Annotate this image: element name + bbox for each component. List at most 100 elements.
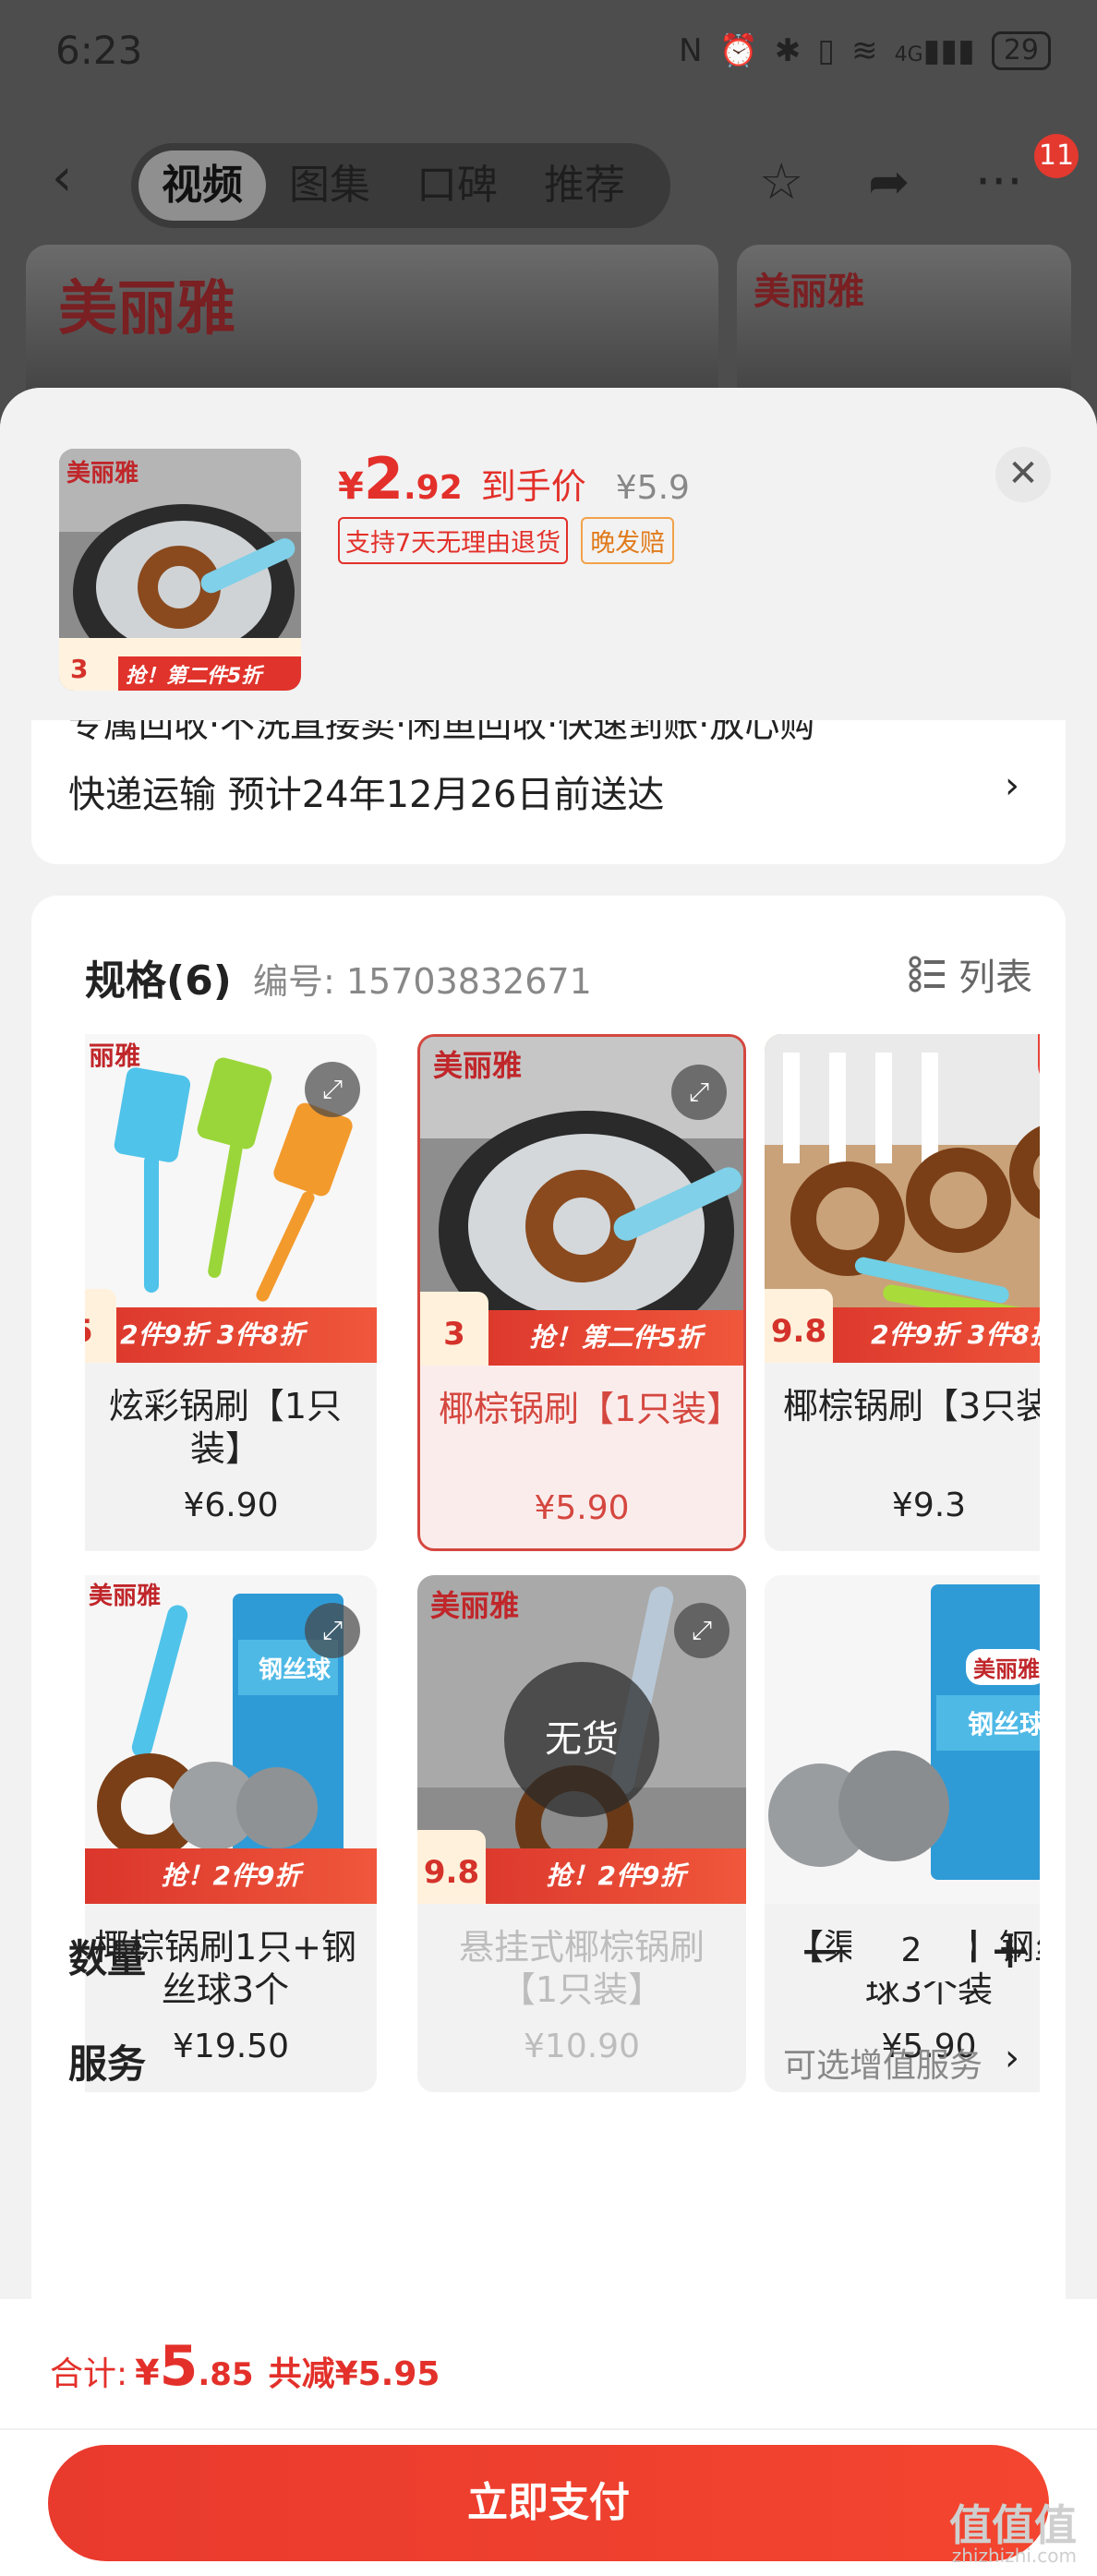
price-symbol: ¥ [338, 465, 364, 508]
sku-option-selected[interactable]: 抢！第二件5折 3 美丽雅 ⤢ 椰棕锅刷【1只装】 ¥5.90 [417, 1034, 746, 1551]
tab-gallery[interactable]: 图集 [266, 150, 393, 221]
tab-video[interactable]: 视频 [139, 150, 266, 221]
sku-brand: 美丽雅 [433, 1048, 523, 1083]
sku-image: 抢！2件9折 9.8 美丽雅 无货 ⤢ [417, 1575, 746, 1904]
media-tabs: 视频 图集 口碑 推荐 [131, 143, 670, 228]
quantity-minus-button[interactable]: − [792, 1920, 848, 1985]
back-icon[interactable]: ‹ [52, 152, 98, 208]
return-policy-tag: 支持7天无理由退货 [338, 517, 569, 564]
top-navigation: ‹ 视频 图集 口碑 推荐 ☆ ➦ ··· 11 [0, 134, 1097, 228]
quantity-row: 数量 − 2 + [68, 1920, 1031, 1994]
sku-promo-tag: 3 [420, 1292, 488, 1366]
service-hint: 可选增值服务 [782, 2047, 982, 2085]
list-view-label: 列表 [958, 957, 1032, 999]
tab-reviews[interactable]: 口碑 [393, 150, 521, 221]
product-thumbnail[interactable]: 美丽雅 3 抢！第二件5折 [59, 449, 301, 691]
price-decimal: .92 [403, 469, 463, 507]
chevron-right-icon: › [1005, 2037, 1019, 2079]
spec-title: 规格(6) [85, 957, 232, 1005]
delivery-estimate: 快递运输 预计24年12月26日前送达 [68, 774, 665, 816]
chevron-right-icon: › [1005, 764, 1019, 807]
total-price: 合计: ¥ 5 .85 共减¥5.95 [50, 2334, 440, 2399]
delivery-cut-text: 专属回收·不洗直接卖·闲鱼回收·快速到账·放心购 [68, 720, 815, 745]
sku-selector-sheet: 美丽雅 3 抢！第二件5折 ¥ 2 .92 到手价 ¥5.9 支持7天无理由退货… [0, 388, 1097, 2576]
message-badge: 11 [1034, 134, 1079, 178]
vibrate-icon: ▯ [817, 32, 836, 69]
out-of-stock-label: 无货 [504, 1662, 659, 1817]
service-tags: 支持7天无理由退货 晚发赔 [338, 517, 675, 564]
bluetooth-icon: ✱ [774, 32, 802, 69]
quantity-input[interactable]: 2 [851, 1920, 971, 1981]
spec-code: 编号: 15703832671 [253, 961, 592, 1002]
expand-icon[interactable]: ⤢ [305, 1062, 360, 1117]
sku-option[interactable]: 2件9折 3件8折 5 丽雅 ⤢ 炫彩锅刷【1只装】 ¥6.90 [85, 1034, 377, 1551]
divider [0, 2428, 1097, 2430]
sku-price: ¥6.90 [183, 1487, 279, 1524]
alarm-icon: ⏰ [718, 32, 758, 69]
list-view-toggle[interactable]: 列表 [909, 947, 1032, 1001]
sku-brand: 美丽雅 [966, 1649, 1040, 1685]
pay-now-button[interactable]: 立即支付 [48, 2445, 1049, 2561]
final-price-label: 到手价 [480, 466, 586, 507]
expand-icon[interactable]: ⤢ [674, 1603, 729, 1658]
sku-image: 2件9折 3件8折 5 丽雅 ⤢ [85, 1034, 377, 1363]
delivery-card[interactable]: 专属回收·不洗直接卖·闲鱼回收·快速到账·放心购 快递运输 预计24年12月26… [31, 720, 1066, 864]
sku-name: 椰棕锅刷【1只装】 [439, 1389, 742, 1429]
sku-pack-label: 钢丝球 [968, 1709, 1040, 1739]
sku-option[interactable]: 美丽雅 钢丝球 ⤢ 【渠道专属】钢丝球3个装 ¥5.90 [765, 1575, 1040, 2092]
sku-option[interactable]: 2件9折 3件8折 9.8 热 ⤢ 椰棕锅刷【3只装】 ¥9.3 [765, 1034, 1040, 1551]
battery-icon: 29 [991, 31, 1051, 70]
sku-price: ¥9.3 [891, 1487, 967, 1524]
favorite-star-icon[interactable]: ☆ [759, 154, 803, 210]
list-icon [909, 956, 945, 993]
service-row[interactable]: 服务 可选增值服务 › [68, 2033, 1029, 2107]
watermark: 值值值 zhizhizhi.com [949, 2504, 1077, 2565]
close-button[interactable]: ✕ [995, 447, 1051, 502]
watermark-sub: zhizhizhi.com [951, 2545, 1077, 2567]
product-header: 美丽雅 3 抢！第二件5折 ¥ 2 .92 到手价 ¥5.9 支持7天无理由退货… [0, 388, 1097, 720]
sku-promo: 抢！2件9折 [85, 1848, 377, 1904]
sku-price: ¥5.90 [534, 1489, 630, 1527]
thumbnail-brand: 美丽雅 [66, 460, 139, 488]
total-label: 合计: [50, 2355, 128, 2393]
total-integer: 5 [159, 2334, 199, 2399]
sku-image: 2件9折 3件8折 9.8 热 ⤢ [765, 1034, 1040, 1363]
sku-image: 抢！2件9折 美丽雅 钢丝球 ⤢ [85, 1575, 377, 1904]
status-time: 6:23 [55, 28, 143, 73]
status-bar: 6:23 N ⏰ ✱ ▯ ≋ 4G▮▮▮ 29 [0, 0, 1097, 111]
wifi-icon: ≋ [851, 32, 878, 69]
status-icons: N ⏰ ✱ ▯ ≋ 4G▮▮▮ 29 [679, 31, 1051, 70]
sku-image: 抢！第二件5折 3 美丽雅 ⤢ [420, 1037, 743, 1366]
sku-option[interactable]: 抢！2件9折 美丽雅 钢丝球 ⤢ 椰棕锅刷1只+钢丝球3个 ¥19.50 [85, 1575, 377, 2092]
late-delivery-tag: 晚发赔 [581, 517, 675, 564]
sku-promo-tag: 9.8 [417, 1830, 486, 1904]
share-icon[interactable]: ➦ [868, 154, 910, 210]
nfc-icon: N [679, 32, 703, 69]
more-icon[interactable]: ··· [975, 154, 1023, 210]
sku-image: 美丽雅 钢丝球 ⤢ [765, 1575, 1040, 1904]
sku-promo: 2件9折 3件8折 [85, 1307, 377, 1363]
signal-icon: 4G▮▮▮ [894, 32, 975, 69]
quantity-plus-button[interactable]: + [982, 1920, 1038, 1985]
price-line: ¥ 2 .92 到手价 ¥5.9 [338, 445, 690, 512]
price-integer: 2 [363, 445, 404, 512]
sku-brand: 美丽雅 [89, 1583, 162, 1610]
sku-brand: 美丽雅 [430, 1588, 520, 1623]
background-brand-logo-2: 美丽雅 [753, 270, 864, 313]
sku-pack-label: 钢丝球 [259, 1656, 332, 1684]
network-label: 4G [894, 43, 923, 66]
total-savings: 共减¥5.95 [268, 2355, 440, 2393]
sku-promo-tag: 5 [85, 1289, 116, 1363]
expand-icon[interactable]: ⤢ [671, 1065, 727, 1120]
tab-recommend[interactable]: 推荐 [521, 150, 648, 221]
sku-promo-tag: 9.8 [765, 1289, 833, 1363]
sku-brand: 丽雅 [89, 1041, 141, 1071]
service-label: 服务 [68, 2041, 147, 2087]
sku-name: 炫彩锅刷【1只装】 [108, 1386, 343, 1469]
watermark-text: 值值值 [949, 2500, 1077, 2550]
background-brand-logo: 美丽雅 [58, 274, 235, 343]
expand-icon[interactable]: ⤢ [305, 1603, 360, 1658]
sku-option-out-of-stock: 抢！2件9折 9.8 美丽雅 无货 ⤢ 悬挂式椰棕锅刷【1只装】 ¥10.90 [417, 1575, 746, 2092]
original-price: ¥5.9 [615, 469, 690, 507]
checkout-bar: 合计: ¥ 5 .85 共减¥5.95 立即支付 值值值 zhizhizhi.c… [0, 2299, 1097, 2576]
